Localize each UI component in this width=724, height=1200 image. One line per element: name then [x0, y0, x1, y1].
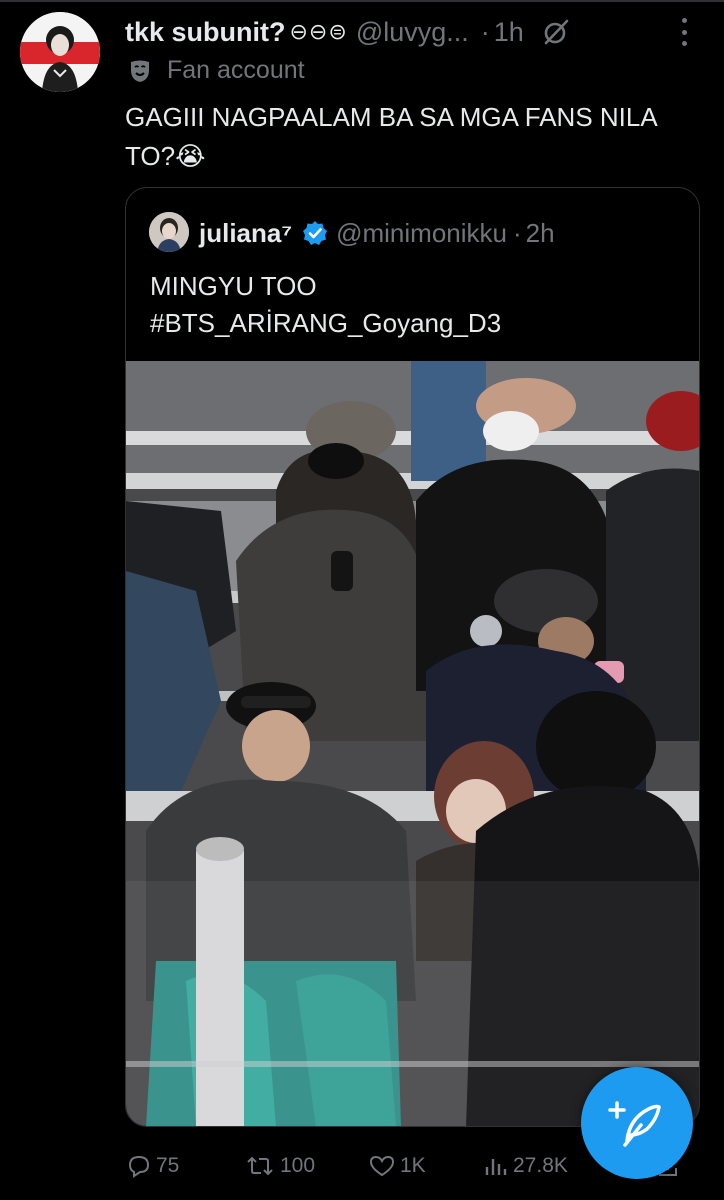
views-count: 27.8K	[513, 1154, 568, 1177]
post-header: tkk subunit? ⊖⊖⊜ @luvyg... · 1h	[125, 14, 710, 50]
quote-author-avatar[interactable]	[149, 212, 189, 252]
author-avatar[interactable]	[20, 12, 100, 92]
grok-icon[interactable]	[542, 18, 570, 46]
post-text: GAGIII NAGPAALAM BA SA MGA FANS NILA TO?…	[125, 102, 657, 171]
compose-feather-icon	[608, 1101, 661, 1147]
stadium-crowd-photo	[126, 361, 699, 1126]
author-handle[interactable]: @luvyg...	[356, 17, 469, 48]
reply-icon	[126, 1153, 152, 1179]
verified-badge-icon	[302, 220, 328, 246]
repost-count: 100	[280, 1154, 316, 1177]
repost-icon	[244, 1153, 276, 1179]
quote-author-name[interactable]: juliana⁷	[199, 218, 292, 249]
compose-button[interactable]	[581, 1067, 693, 1179]
analytics-icon	[481, 1153, 509, 1179]
quote-text: MINGYU TOO #BTS_ARİRANG_Goyang_D3	[150, 268, 670, 342]
repost-button[interactable]: 100	[244, 1146, 315, 1186]
like-button[interactable]: 1K	[368, 1146, 426, 1186]
reply-count: 75	[156, 1154, 180, 1177]
quoted-post[interactable]: juliana⁷ @minimonikku · 2h MINGYU TOO #B…	[125, 187, 700, 1127]
theater-mask-icon	[127, 58, 153, 84]
quote-text-line1: MINGYU TOO	[150, 271, 317, 301]
quote-author-handle[interactable]: @minimonikku	[336, 218, 507, 249]
more-options-icon[interactable]	[672, 18, 696, 46]
reply-button[interactable]: 75	[126, 1146, 179, 1186]
name-emoji: ⊖⊖⊜	[289, 19, 348, 44]
account-label: Fan account	[127, 56, 305, 85]
fan-account-label: Fan account	[167, 56, 305, 84]
views-button[interactable]: 27.8K	[481, 1146, 568, 1186]
quote-hashtag[interactable]: #BTS_ARİRANG_Goyang_D3	[150, 305, 670, 342]
separator-dot: ·	[480, 16, 490, 47]
avatar-image	[20, 12, 100, 92]
quote-time[interactable]: 2h	[526, 218, 555, 249]
heart-icon	[368, 1153, 396, 1179]
quote-separator-dot: ·	[512, 217, 522, 248]
top-divider	[0, 0, 724, 2]
like-count: 1K	[400, 1154, 426, 1177]
post-time[interactable]: 1h	[494, 17, 524, 48]
quote-photo[interactable]	[126, 361, 699, 1126]
author-name[interactable]: tkk subunit?	[125, 17, 286, 48]
quote-header: juliana⁷ @minimonikku · 2h	[199, 214, 555, 252]
